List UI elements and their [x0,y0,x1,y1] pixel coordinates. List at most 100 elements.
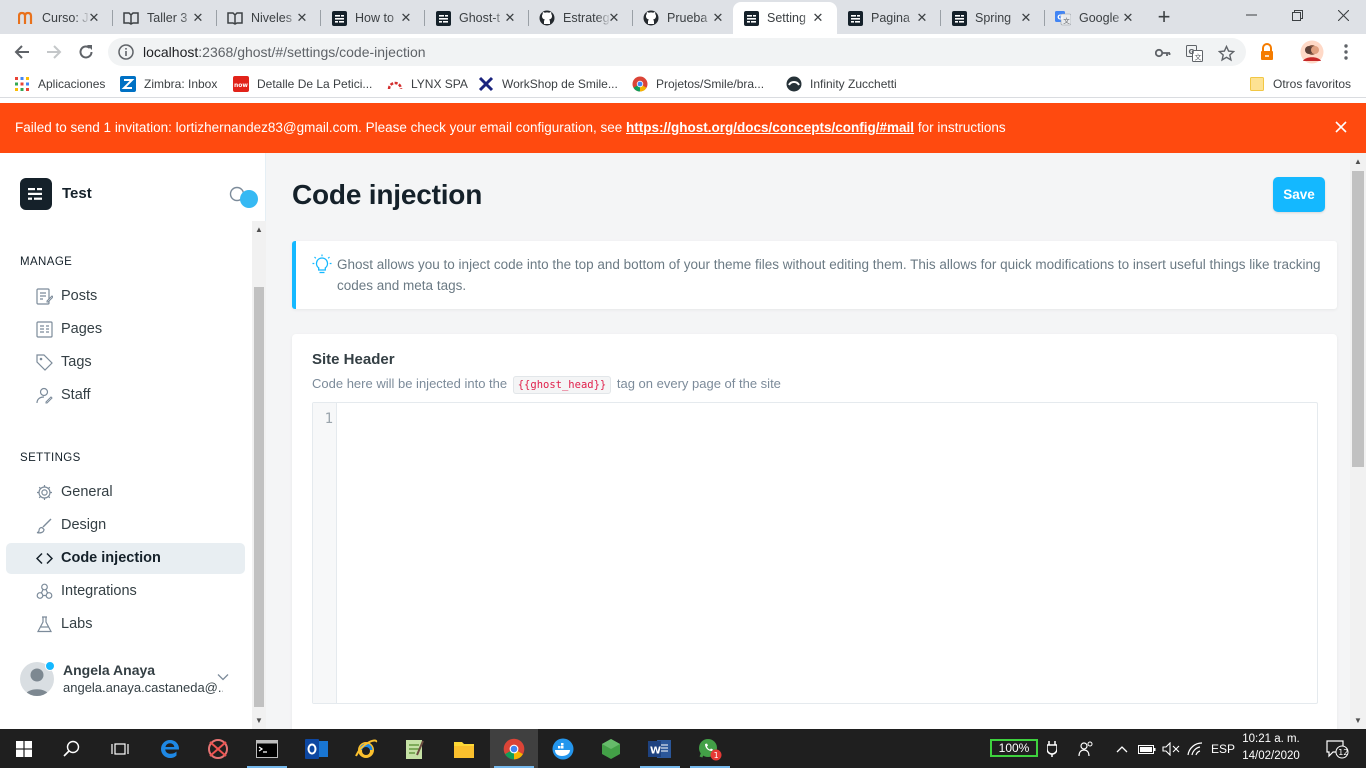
word-icon[interactable]: W [636,729,684,768]
search-icon[interactable] [229,186,259,210]
sidebar-item-code-injection[interactable]: Code injection [6,543,245,574]
forward-button[interactable] [42,40,66,64]
sidebar-scrollbar[interactable]: ▲ ▼ [252,221,266,729]
power-plug-icon[interactable] [1042,729,1062,768]
bookmark-other-folder[interactable]: Otros favoritos [1249,76,1351,92]
sidebar-item-design[interactable]: Design [6,510,245,541]
file-explorer-icon[interactable] [440,729,488,768]
whatsapp-icon[interactable]: 1 [686,729,734,768]
people-icon[interactable] [1074,729,1098,768]
bookmark-item[interactable]: LYNX SPA [387,76,468,92]
input-language[interactable]: ESP [1208,729,1238,768]
close-tab-icon[interactable]: ✕ [191,11,205,25]
browser-tab[interactable]: How to ✕ [321,2,425,34]
close-tab-icon[interactable]: ✕ [1019,11,1033,25]
save-button[interactable]: Save [1273,177,1325,212]
internet-explorer-icon[interactable] [342,729,390,768]
battery-tray-icon[interactable] [1136,729,1158,768]
browser-tab[interactable]: Curso: J ✕ [8,2,113,34]
tab-title: Setting [767,11,806,25]
close-tab-icon[interactable]: ✕ [607,11,621,25]
sidebar-item-labs[interactable]: Labs [6,609,245,640]
bookmark-label: Otros favoritos [1273,77,1352,91]
chrome-taskbar-icon[interactable] [490,729,538,768]
site-header-card: Site Header Code here will be injected i… [292,334,1337,729]
close-window-button[interactable] [1320,0,1366,30]
bookmark-item[interactable]: WorkShop de Smile... [478,76,618,92]
close-tab-icon[interactable]: ✕ [1121,11,1135,25]
volume-muted-icon[interactable] [1160,729,1182,768]
sidebar-item-posts[interactable]: Posts [6,281,245,312]
back-button[interactable] [10,40,34,64]
site-header-code-editor[interactable]: 1 [312,402,1318,704]
wifi-icon[interactable] [1184,729,1206,768]
close-tab-icon[interactable]: ✕ [295,11,309,25]
lynx-icon [387,76,403,92]
chrome-menu-icon[interactable] [1336,42,1356,62]
notifications-icon[interactable]: 12 [1318,729,1356,768]
docker-icon[interactable] [539,729,587,768]
sidebar-item-integrations[interactable]: Integrations [6,576,245,607]
user-menu[interactable]: Angela Anaya angela.anaya.castaneda@... [20,660,245,700]
outlook-icon[interactable] [293,729,341,768]
snipping-tool-icon[interactable] [194,729,242,768]
close-tab-icon[interactable]: ✕ [87,11,101,25]
task-view-icon[interactable] [96,729,144,768]
restore-button[interactable] [1274,0,1320,30]
edge-icon[interactable] [146,729,194,768]
page-scrollbar-thumb[interactable] [1352,171,1364,467]
address-bar[interactable]: localhost:2368/ghost/#/settings/code-inj… [108,38,1246,66]
browser-tab[interactable]: G文 Google ✕ [1045,2,1147,34]
browser-tab[interactable]: Taller 3 ✕ [113,2,217,34]
sidebar-item-staff[interactable]: Staff [6,380,245,411]
close-tab-icon[interactable]: ✕ [811,11,825,25]
site-logo-icon[interactable] [20,178,52,210]
browser-tab-active[interactable]: Setting ✕ [733,2,837,34]
bookmark-item[interactable]: now Detalle De La Petici... [233,76,372,92]
close-alert-icon[interactable] [1334,120,1348,134]
sidebar-item-general[interactable]: General [6,477,245,508]
sidebar-item-tags[interactable]: Tags [6,347,245,378]
site-title[interactable]: Test [62,185,92,202]
reload-button[interactable] [74,40,98,64]
chevron-down-icon[interactable] [216,670,230,684]
editor-gutter: 1 [313,403,337,703]
tab-title: Spring [975,11,1012,25]
translate-icon[interactable]: G文 [1185,44,1203,62]
close-tab-icon[interactable]: ✕ [399,11,413,25]
close-tab-icon[interactable]: ✕ [711,11,725,25]
profile-avatar-icon[interactable] [1300,40,1324,64]
close-tab-icon[interactable]: ✕ [503,11,517,25]
bookmark-item[interactable]: Infinity Zucchetti [786,76,897,92]
bookmark-apps[interactable]: Aplicaciones [14,76,105,92]
minimize-button[interactable] [1228,0,1274,30]
site-info-icon[interactable] [118,44,134,60]
browser-tab[interactable]: Spring ✕ [941,2,1045,34]
browser-tab[interactable]: Estrateg ✕ [529,2,633,34]
browser-tab[interactable]: Prueba ✕ [633,2,737,34]
windows-start-icon[interactable] [0,729,48,768]
sidebar-scrollbar-thumb[interactable] [254,287,264,707]
search-icon[interactable] [48,729,96,768]
battery-indicator[interactable]: 100% [990,739,1038,757]
bookmark-label: Detalle De La Petici... [257,77,373,91]
bookmark-item[interactable]: Projetos/Smile/bra... [632,76,764,92]
terminal-icon[interactable] [243,729,291,768]
chevron-up-icon[interactable] [1112,729,1132,768]
key-icon[interactable] [1154,44,1172,62]
close-tab-icon[interactable]: ✕ [915,11,929,25]
browser-tab[interactable]: Pagina ✕ [837,2,941,34]
extension-icon[interactable] [1257,42,1277,62]
new-tab-button[interactable]: + [1152,6,1176,30]
browser-tab[interactable]: Ghost-t ✕ [425,2,529,34]
bookmark-star-icon[interactable] [1217,44,1235,62]
nodejs-icon[interactable] [587,729,635,768]
notepad-plus-icon[interactable] [390,729,438,768]
flask-icon [36,616,53,633]
system-clock[interactable]: 10:21 a. m. 14/02/2020 [1238,731,1304,765]
sidebar-item-pages[interactable]: Pages [6,314,245,345]
page-scrollbar[interactable]: ▲ ▼ [1350,153,1366,729]
docs-mail-config-link[interactable]: https://ghost.org/docs/concepts/config/#… [626,120,914,135]
browser-tab[interactable]: Niveles ✕ [217,2,321,34]
bookmark-item[interactable]: Zimbra: Inbox [120,76,217,92]
